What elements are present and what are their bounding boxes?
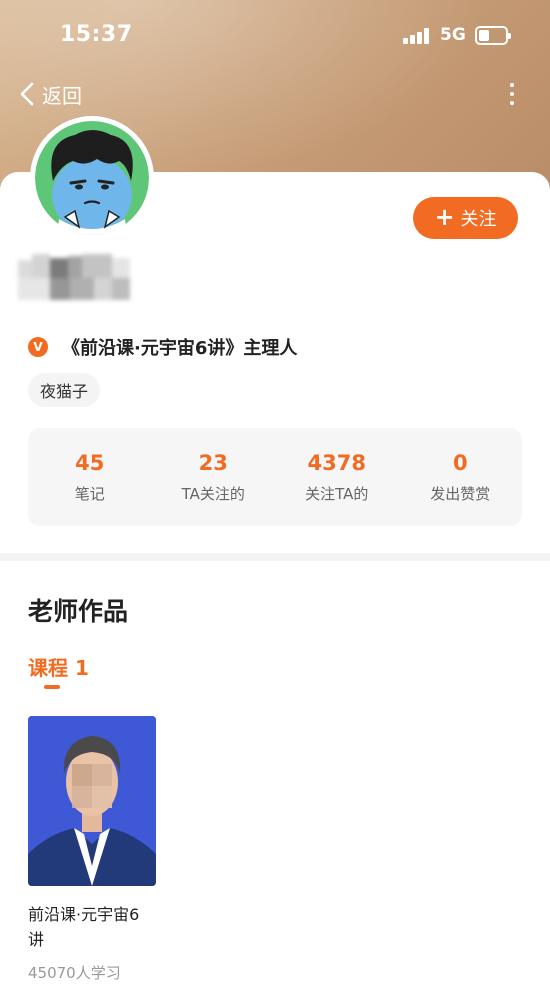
stat-notes[interactable]: 45 笔记	[28, 428, 152, 526]
username-blurred	[18, 254, 148, 302]
network-type: 5G	[440, 25, 466, 45]
tab-courses[interactable]: 课程 1	[28, 652, 89, 689]
stat-value: 0	[452, 450, 468, 475]
tab-label: 课程 1	[28, 656, 89, 680]
stat-tips-given[interactable]: 0 发出赞赏	[399, 428, 523, 526]
profile-title: 《前沿课·元宇宙6讲》主理人	[62, 338, 298, 359]
battery-icon	[475, 26, 511, 45]
stat-label: 关注TA的	[305, 484, 369, 503]
course-title: 前沿课·元宇宙6讲	[28, 905, 140, 949]
back-button[interactable]: 返回	[18, 78, 82, 110]
stat-value: 4378	[307, 450, 366, 475]
section-title: 老师作品	[28, 597, 129, 626]
plus-icon: +	[434, 203, 455, 231]
verified-badge-icon: V	[28, 337, 48, 357]
course-card[interactable]: 前沿课·元宇宙6讲 45070人学习	[28, 716, 156, 983]
profile-screen: 15:37 5G 返回 + 关注 V 《前沿课·元宇宙6讲》主理人 夜猫子 45…	[0, 0, 550, 1008]
profile-title-row: V 《前沿课·元宇宙6讲》主理人	[28, 334, 297, 360]
follow-label: 关注	[460, 209, 497, 230]
stat-followers[interactable]: 4378 关注TA的	[275, 428, 399, 526]
stats-panel: 45 笔记 23 TA关注的 4378 关注TA的 0 发出赞赏	[28, 428, 522, 526]
avatar[interactable]	[30, 116, 154, 240]
signal-icon	[403, 28, 431, 44]
avatar-image	[35, 121, 149, 235]
follow-button[interactable]: + 关注	[413, 197, 518, 239]
course-students: 45070人学习	[28, 964, 121, 982]
back-label: 返回	[42, 83, 82, 108]
section-divider	[0, 553, 550, 561]
chevron-left-icon	[20, 82, 34, 106]
status-bar: 15:37 5G	[0, 0, 550, 72]
stat-label: 发出赞赏	[430, 484, 491, 503]
stat-label: TA关注的	[181, 484, 245, 503]
stat-following[interactable]: 23 TA关注的	[152, 428, 276, 526]
status-time: 15:37	[60, 22, 133, 47]
stat-value: 23	[198, 450, 228, 475]
course-cover	[28, 716, 156, 886]
course-cover-image	[28, 716, 156, 886]
tab-indicator	[44, 685, 60, 689]
stat-label: 笔记	[74, 484, 105, 503]
profile-tag: 夜猫子	[28, 373, 101, 407]
stat-value: 45	[75, 450, 105, 475]
more-options-icon[interactable]	[502, 80, 522, 108]
nav-bar: 返回	[0, 72, 550, 116]
